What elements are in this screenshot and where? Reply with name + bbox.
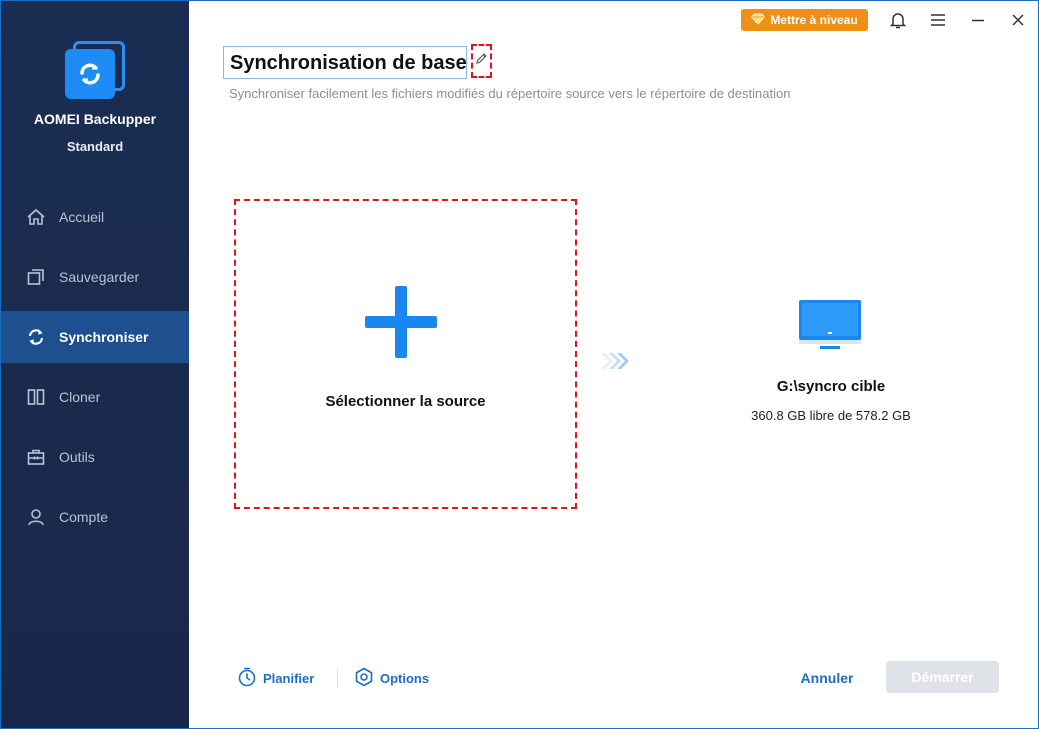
- start-button[interactable]: Démarrer: [886, 661, 999, 693]
- toolbox-icon: [25, 446, 47, 468]
- select-source-button[interactable]: Sélectionner la source: [234, 199, 577, 509]
- sidebar-item-accueil[interactable]: Accueil: [1, 191, 189, 243]
- options-label: Options: [380, 670, 430, 686]
- destination-selector[interactable]: G:\syncro cible 360.8 GB libre de 578.2 …: [731, 296, 931, 436]
- direction-arrow-icon: [599, 351, 633, 371]
- minimize-icon[interactable]: [968, 10, 988, 30]
- diamond-icon: [751, 13, 766, 28]
- page-subtitle: Synchroniser facilement les fichiers mod…: [229, 86, 791, 101]
- sidebar-item-label: Outils: [59, 449, 95, 465]
- sync-icon: [25, 326, 47, 348]
- close-icon[interactable]: [1008, 10, 1028, 30]
- options-gear-icon: [354, 667, 374, 690]
- monitor-icon: [798, 299, 862, 358]
- menu-icon[interactable]: [928, 10, 948, 30]
- clone-icon: [25, 386, 47, 408]
- schedule-label: Planifier: [263, 670, 315, 686]
- sidebar-item-label: Synchroniser: [59, 329, 149, 345]
- app-edition: Standard: [66, 139, 124, 154]
- user-icon: [25, 506, 47, 528]
- upgrade-label: Mettre à niveau: [770, 13, 858, 27]
- task-name-input[interactable]: Synchronisation de base: [223, 46, 467, 79]
- app-name: AOMEI Backupper: [33, 111, 157, 127]
- app-window: AOMEI Backupper Standard Accueil Sauvega…: [0, 0, 1039, 729]
- sidebar-nav: Accueil Sauvegarder Synchroniser Cloner …: [1, 191, 189, 551]
- sidebar-item-compte[interactable]: Compte: [1, 491, 189, 543]
- pencil-icon: [475, 52, 488, 70]
- upgrade-button[interactable]: Mettre à niveau: [741, 9, 868, 31]
- sidebar-item-outils[interactable]: Outils: [1, 431, 189, 483]
- source-label: Sélectionner la source: [325, 393, 486, 410]
- options-button[interactable]: Options: [354, 667, 429, 689]
- sidebar-item-label: Cloner: [59, 389, 101, 405]
- footer-divider: [337, 669, 338, 687]
- app-logo: [65, 41, 125, 99]
- task-name-text: Synchronisation de base: [230, 52, 467, 74]
- sidebar-item-label: Sauvegarder: [59, 269, 140, 285]
- edit-name-button[interactable]: [471, 44, 492, 78]
- sidebar-item-synchroniser[interactable]: Synchroniser: [1, 311, 189, 363]
- home-icon: [25, 206, 47, 228]
- sidebar: AOMEI Backupper Standard Accueil Sauvega…: [1, 1, 189, 728]
- sidebar-item-label: Compte: [59, 509, 109, 525]
- backup-icon: [25, 266, 47, 288]
- schedule-button[interactable]: Planifier: [237, 667, 314, 689]
- sidebar-item-sauvegarder[interactable]: Sauvegarder: [1, 251, 189, 303]
- bell-icon[interactable]: [888, 10, 908, 30]
- destination-name: G:\syncro cible: [776, 378, 886, 395]
- sidebar-item-cloner[interactable]: Cloner: [1, 371, 189, 423]
- sync-logo-icon: [65, 49, 115, 99]
- cancel-button[interactable]: Annuler: [791, 667, 863, 689]
- clock-icon: [237, 667, 257, 690]
- destination-space: 360.8 GB libre de 578.2 GB: [751, 408, 911, 423]
- sidebar-item-label: Accueil: [59, 209, 105, 225]
